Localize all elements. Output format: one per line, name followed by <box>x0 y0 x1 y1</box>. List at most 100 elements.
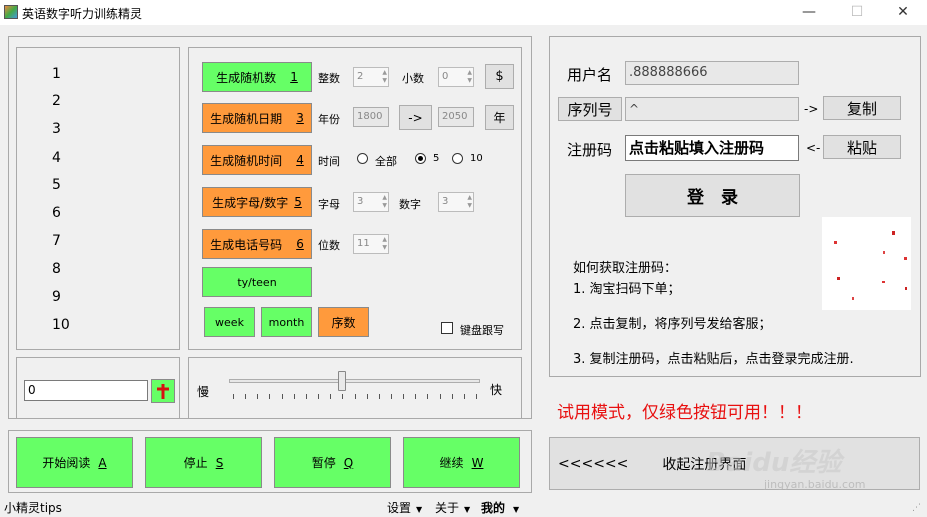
speed-slider-ticks <box>233 394 477 400</box>
decimal-label: 小数 <box>402 72 424 85</box>
slow-label: 慢 <box>197 385 210 399</box>
keyboard-follow-label: 键盘跟写 <box>460 324 504 337</box>
slider-tick <box>451 394 453 399</box>
watermark-url: jingyan.baidu.com <box>764 478 866 491</box>
qr-code-image <box>822 217 911 310</box>
minimize-button[interactable]: — <box>786 0 832 25</box>
username-label: 用户名 <box>567 66 613 84</box>
username-field[interactable]: .888888666 <box>625 61 799 85</box>
app-icon <box>4 5 18 19</box>
slider-tick <box>293 394 295 399</box>
paste-button[interactable]: 粘贴 <box>823 135 901 159</box>
year-label: 年份 <box>318 113 340 126</box>
speed-slider-thumb[interactable] <box>337 371 346 391</box>
slider-tick <box>415 394 417 399</box>
close-button[interactable]: ✕ <box>880 0 926 25</box>
list-item: 9 <box>52 289 61 305</box>
speed-panel <box>188 357 522 419</box>
slider-tick <box>233 394 234 399</box>
serial-label-button[interactable]: 序列号 <box>558 97 622 121</box>
time-label: 时间 <box>318 155 340 168</box>
caret-down-icon: ▼ <box>513 505 520 514</box>
time-10-radio[interactable] <box>452 153 463 164</box>
year-arrow-button[interactable]: -> <box>399 105 432 130</box>
resume-button[interactable]: 继续 W <box>403 437 520 488</box>
howto-step-1: 1. 淘宝扫码下单； <box>573 282 681 297</box>
settings-menu[interactable]: 设置 ▼ <box>387 499 422 516</box>
serial-field[interactable]: ^ <box>625 97 799 121</box>
slider-tick <box>390 394 392 399</box>
mine-menu[interactable]: 我的 ▼ <box>481 499 519 516</box>
generate-phone-button[interactable]: 生成电话号码 6 <box>202 229 312 259</box>
month-button[interactable]: month <box>261 307 312 337</box>
slider-tick <box>366 394 368 399</box>
copy-button[interactable]: 复制 <box>823 96 901 120</box>
letter-spinner[interactable]: 3 <box>353 192 389 212</box>
stop-button[interactable]: 停止 S <box>145 437 262 488</box>
resize-grip-icon[interactable]: ⋰ <box>912 503 921 513</box>
slider-tick <box>318 394 320 399</box>
howto-step-2: 2. 点击复制，将序列号发给客服； <box>573 317 772 332</box>
time-10-label: 10 <box>470 153 483 164</box>
maximize-button[interactable]: ☐ <box>834 0 880 25</box>
slider-tick <box>403 394 405 399</box>
list-item: 1 <box>52 66 61 82</box>
ty-teen-button[interactable]: ty/teen <box>202 267 312 297</box>
list-item: 4 <box>52 150 61 166</box>
decimal-spinner[interactable]: 0 <box>438 67 474 87</box>
slider-tick <box>245 394 247 399</box>
login-button[interactable]: 登 录 <box>625 174 800 217</box>
slider-tick <box>281 394 283 399</box>
letter-label: 字母 <box>318 198 340 211</box>
answer-input[interactable]: 0 <box>24 380 148 401</box>
paste-arrow: <- <box>806 141 821 155</box>
status-tips: 小精灵tips <box>4 501 62 515</box>
pause-button[interactable]: 暂停 Q <box>274 437 391 488</box>
about-menu[interactable]: 关于 ▼ <box>435 499 470 516</box>
year-to-field[interactable]: 2050 <box>438 107 474 127</box>
speed-slider-track[interactable] <box>229 379 480 383</box>
time-all-label: 全部 <box>375 155 397 168</box>
generate-number-button[interactable]: 生成随机数 1 <box>202 62 312 92</box>
howto-title: 如何获取注册码： <box>573 261 678 276</box>
integer-spinner[interactable]: 2 <box>353 67 389 87</box>
submit-answer-button[interactable] <box>151 379 175 403</box>
slider-tick <box>354 394 356 399</box>
digit-label: 数字 <box>399 198 421 211</box>
slider-tick <box>257 394 259 399</box>
week-button[interactable]: week <box>204 307 255 337</box>
slider-tick <box>463 394 465 399</box>
keyboard-follow-checkbox[interactable] <box>441 322 453 334</box>
integer-label: 整数 <box>318 72 340 85</box>
list-item: 10 <box>52 317 70 333</box>
list-item: 2 <box>52 93 61 109</box>
generate-date-button[interactable]: 生成随机日期 3 <box>202 103 312 133</box>
year-from-field[interactable]: 1800 <box>353 107 389 127</box>
window-title: 英语数字听力训练精灵 <box>22 7 143 21</box>
time-5-radio[interactable] <box>415 153 426 164</box>
list-item: 8 <box>52 261 61 277</box>
ordinal-button[interactable]: 序数 <box>318 307 369 337</box>
start-button[interactable]: 开始阅读 A <box>16 437 133 488</box>
list-item: 3 <box>52 121 61 137</box>
reg-code-field[interactable]: 点击粘贴填入注册码 <box>625 135 799 161</box>
year-go-button[interactable]: 年 <box>485 105 514 130</box>
number-go-button[interactable]: $ <box>485 64 514 89</box>
list-item: 5 <box>52 177 61 193</box>
qr-code-icon <box>834 231 907 300</box>
digit-spinner[interactable]: 3 <box>438 192 474 212</box>
time-all-radio[interactable] <box>357 153 368 164</box>
phone-digits-label: 位数 <box>318 239 340 252</box>
phone-digits-spinner[interactable]: 11 <box>353 234 389 254</box>
slider-tick <box>269 394 271 399</box>
howto-step-3: 3. 复制注册码，点击粘贴后，点击登录完成注册. <box>573 352 854 367</box>
generate-time-button[interactable]: 生成随机时间 4 <box>202 145 312 175</box>
slider-tick <box>427 394 429 399</box>
generate-alnum-button[interactable]: 生成字母/数字 5 <box>202 187 312 217</box>
slider-tick <box>439 394 441 399</box>
number-list: 1 2 3 4 5 6 7 8 9 10 <box>16 47 180 350</box>
slider-tick <box>330 394 332 399</box>
caret-down-icon: ▼ <box>464 505 471 514</box>
slider-tick <box>305 394 307 399</box>
slider-tick <box>378 394 380 399</box>
